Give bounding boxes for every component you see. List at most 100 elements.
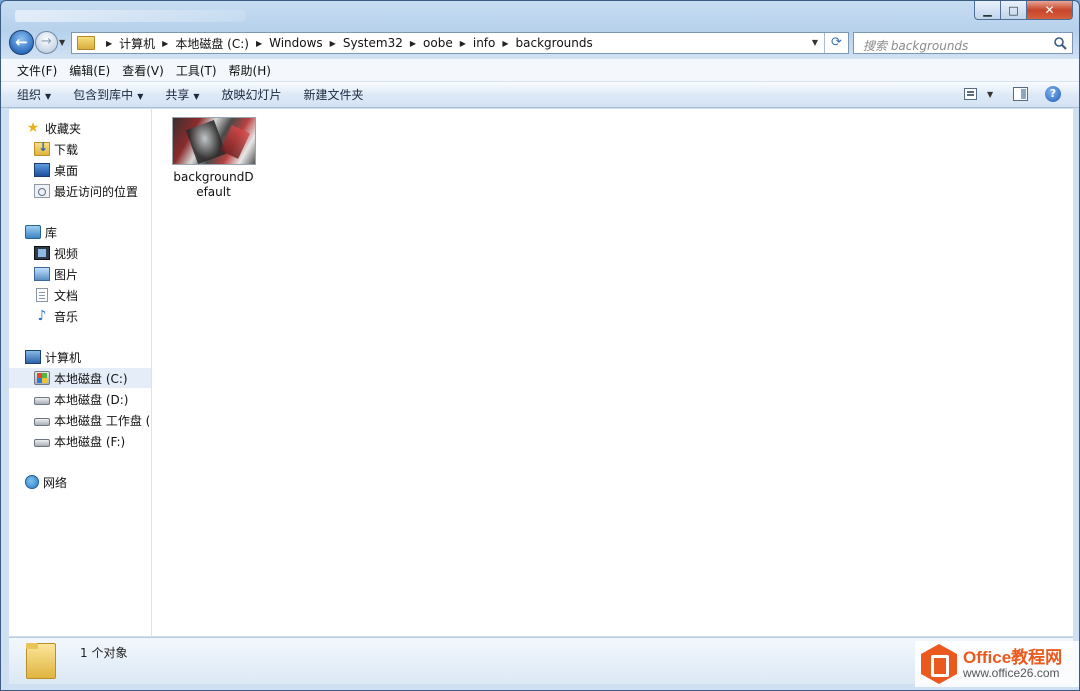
preview-pane-icon[interactable] <box>1013 87 1028 101</box>
share-label: 共享 <box>165 88 190 102</box>
sidebar-item-music[interactable]: ♪ 音乐 <box>34 306 151 326</box>
chevron-right-icon[interactable]: ▶ <box>162 39 168 48</box>
file-name[interactable]: backgroundDefault <box>166 170 261 200</box>
file-list-area[interactable]: backgroundDefault <box>152 109 1073 636</box>
site-watermark: Office教程网 www.office26.com <box>915 641 1079 687</box>
menu-bar: 文件(F) 编辑(E) 查看(V) 工具(T) 帮助(H) <box>1 58 1079 82</box>
menu-view[interactable]: 查看(V) <box>116 62 170 79</box>
forward-button[interactable]: → <box>35 31 58 54</box>
organize-label: 组织 <box>17 88 42 102</box>
window-title-blurred <box>15 10 245 22</box>
maximize-button[interactable]: □ <box>1001 1 1027 20</box>
library-icon <box>25 225 41 239</box>
sidebar-item-documents[interactable]: 文档 <box>34 285 151 305</box>
history-dropdown-icon[interactable]: ▼ <box>59 38 65 47</box>
menu-tools[interactable]: 工具(T) <box>170 62 223 79</box>
chevron-right-icon[interactable]: ▶ <box>460 39 466 48</box>
include-library-label: 包含到库中 <box>73 88 134 102</box>
sidebar-label: 收藏夹 <box>45 121 82 136</box>
address-dropdown-icon[interactable]: ▼ <box>812 38 818 47</box>
hard-drive-icon <box>34 418 50 426</box>
status-bar: 1 个对象 <box>9 637 1073 684</box>
menu-help[interactable]: 帮助(H) <box>223 62 277 79</box>
sidebar-label: 最近访问的位置 <box>54 184 139 199</box>
search-box[interactable]: 搜索 backgrounds <box>853 32 1073 54</box>
help-icon[interactable]: ? <box>1045 86 1061 102</box>
image-thumbnail-icon[interactable] <box>171 117 256 165</box>
minimize-button[interactable]: ▁ <box>974 1 1001 20</box>
download-folder-icon <box>34 140 50 156</box>
sidebar-label: 文档 <box>54 288 79 303</box>
recent-places-icon <box>34 184 50 198</box>
sidebar-label: 图片 <box>54 267 79 282</box>
office-logo-icon <box>921 644 957 684</box>
file-item[interactable]: backgroundDefault <box>166 117 261 200</box>
watermark-title: Office教程网 <box>963 647 1063 667</box>
sidebar-label: 本地磁盘 (F:) <box>54 434 126 449</box>
sidebar-item-desktop[interactable]: 桌面 <box>34 160 151 180</box>
breadcrumb-system32[interactable]: System32 <box>343 36 403 50</box>
watermark-text: Office教程网 www.office26.com <box>963 647 1063 679</box>
sidebar-item-videos[interactable]: 视频 <box>34 243 151 263</box>
chevron-right-icon[interactable]: ▶ <box>106 39 112 48</box>
breadcrumb-oobe[interactable]: oobe <box>423 36 453 50</box>
chevron-down-icon: ▼ <box>45 92 52 101</box>
sidebar-item-network[interactable]: 网络 <box>25 472 151 492</box>
search-icon[interactable] <box>1053 36 1067 50</box>
share-button[interactable]: 共享 ▼ <box>165 86 199 103</box>
search-placeholder[interactable]: 搜索 backgrounds <box>863 37 968 54</box>
chevron-right-icon[interactable]: ▶ <box>330 39 336 48</box>
system-drive-icon <box>34 371 50 385</box>
slideshow-button[interactable]: 放映幻灯片 <box>222 86 282 103</box>
sidebar-item-downloads[interactable]: 下载 <box>34 139 151 159</box>
include-in-library-button[interactable]: 包含到库中 ▼ <box>73 86 143 103</box>
sidebar-item-drive-c[interactable]: 本地磁盘 (C:) <box>9 368 151 388</box>
sidebar-item-libraries[interactable]: 库 <box>25 222 151 242</box>
back-button[interactable]: ← <box>9 30 34 55</box>
command-bar: 组织 ▼ 包含到库中 ▼ 共享 ▼ 放映幻灯片 新建文件夹 ▼ ? <box>1 82 1079 108</box>
sidebar-item-recent-places[interactable]: 最近访问的位置 <box>34 181 151 201</box>
close-button[interactable]: ✕ <box>1027 1 1073 20</box>
sidebar-item-drive-f[interactable]: 本地磁盘 (F:) <box>34 431 151 451</box>
breadcrumb-backgrounds[interactable]: backgrounds <box>516 36 593 50</box>
sidebar-label: 计算机 <box>45 350 82 365</box>
hard-drive-icon <box>34 397 50 405</box>
sidebar-item-drive-d[interactable]: 本地磁盘 (D:) <box>34 389 151 409</box>
sidebar-item-favorites[interactable]: ★ 收藏夹 <box>25 118 151 138</box>
folder-icon <box>77 36 95 50</box>
change-view-icon[interactable] <box>964 88 977 100</box>
folder-icon <box>26 643 56 679</box>
sidebar-label: 本地磁盘 (D:) <box>54 392 129 407</box>
new-folder-button[interactable]: 新建文件夹 <box>304 86 364 103</box>
address-bar[interactable]: ▶ 计算机 ▶ 本地磁盘 (C:) ▶ Windows ▶ System32 ▶… <box>71 32 849 54</box>
breadcrumb-windows[interactable]: Windows <box>269 36 323 50</box>
chevron-right-icon[interactable]: ▶ <box>502 39 508 48</box>
chevron-right-icon[interactable]: ▶ <box>410 39 416 48</box>
menu-edit[interactable]: 编辑(E) <box>63 62 116 79</box>
sidebar-item-computer[interactable]: 计算机 <box>25 347 151 367</box>
item-count: 1 个对象 <box>80 646 128 660</box>
organize-button[interactable]: 组织 ▼ <box>17 86 51 103</box>
breadcrumb-computer[interactable]: 计算机 <box>119 35 155 52</box>
sidebar-item-pictures[interactable]: 图片 <box>34 264 151 284</box>
breadcrumb-drive-c[interactable]: 本地磁盘 (C:) <box>175 35 249 52</box>
breadcrumb-info[interactable]: info <box>473 36 496 50</box>
chevron-down-icon: ▼ <box>137 92 144 101</box>
explorer-window: ▁ □ ✕ ← → ▼ ▶ 计算机 ▶ 本地磁盘 (C:) ▶ Windows … <box>0 0 1080 691</box>
chevron-down-icon: ▼ <box>193 92 200 101</box>
view-options-dropdown-icon[interactable]: ▼ <box>987 90 993 99</box>
chevron-right-icon[interactable]: ▶ <box>256 39 262 48</box>
menu-file[interactable]: 文件(F) <box>11 62 63 79</box>
window-controls: ▁ □ ✕ <box>974 1 1073 20</box>
computer-icon <box>25 350 41 364</box>
pictures-icon <box>34 267 50 281</box>
title-bar: ▁ □ ✕ <box>1 1 1079 29</box>
refresh-button[interactable]: ⟳ <box>824 33 848 53</box>
sidebar-label: 下载 <box>54 142 79 157</box>
video-icon <box>34 246 50 260</box>
star-icon: ★ <box>26 120 40 136</box>
sidebar-label: 视频 <box>54 246 79 261</box>
sidebar-item-drive-e[interactable]: 本地磁盘 工作盘 (E: <box>34 410 151 430</box>
navigation-row: ← → ▼ ▶ 计算机 ▶ 本地磁盘 (C:) ▶ Windows ▶ Syst… <box>1 29 1079 57</box>
network-icon <box>25 475 39 489</box>
